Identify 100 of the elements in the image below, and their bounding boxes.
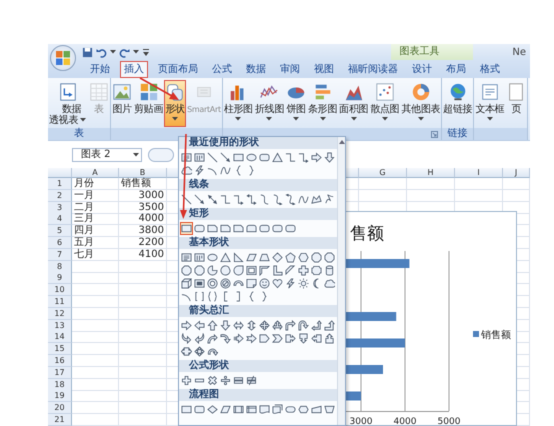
row-header[interactable]: 8 xyxy=(48,260,72,273)
octagon-icon[interactable] xyxy=(180,264,193,277)
row-header[interactable]: 17 xyxy=(48,366,72,379)
rect-icon[interactable] xyxy=(232,151,245,164)
curved-up-arrow-icon[interactable] xyxy=(206,332,219,345)
cylinder-icon[interactable] xyxy=(323,264,336,277)
oval-icon[interactable] xyxy=(245,151,258,164)
elbow-arrow-icon[interactable] xyxy=(297,151,310,164)
triangle-icon[interactable] xyxy=(271,151,284,164)
textbox-vertical-icon[interactable] xyxy=(193,251,206,264)
rect-icon[interactable] xyxy=(180,222,193,235)
ribbon-tab[interactable]: 开始 xyxy=(86,61,114,78)
row-header[interactable]: 16 xyxy=(48,354,72,367)
scribble-icon[interactable] xyxy=(323,193,336,206)
area-chart-button[interactable]: 面积图 xyxy=(338,80,370,127)
scatter-chart-button[interactable]: 散点图 xyxy=(369,80,400,127)
alternate-process-icon[interactable] xyxy=(193,403,206,416)
ribbon-tab[interactable]: 设计 xyxy=(408,61,436,78)
row-header[interactable]: 5 xyxy=(48,225,72,238)
line-icon[interactable] xyxy=(206,151,219,164)
textbox-button[interactable]: 文本框 xyxy=(474,80,506,127)
row-header[interactable]: 10 xyxy=(48,284,72,296)
diamond-icon[interactable] xyxy=(271,251,284,264)
row-header[interactable]: 13 xyxy=(48,320,72,332)
row-header[interactable]: 18 xyxy=(48,378,72,391)
multiply-icon[interactable] xyxy=(206,374,219,387)
l-shape-icon[interactable] xyxy=(271,264,284,277)
plus-icon[interactable] xyxy=(180,374,193,387)
ribbon-tab[interactable]: 格式 xyxy=(476,61,504,78)
s-curve-double-arrow-icon[interactable] xyxy=(284,193,297,206)
frame-icon[interactable] xyxy=(245,264,258,277)
other-chart-button[interactable]: 其他图表 xyxy=(400,80,442,127)
divide-icon[interactable] xyxy=(219,374,232,387)
cross-icon[interactable] xyxy=(297,264,310,277)
rounded-rect-icon[interactable] xyxy=(258,151,271,164)
ribbon-tab[interactable]: 数据 xyxy=(242,61,270,78)
ribbon-tab[interactable]: 布局 xyxy=(442,61,470,78)
left-right-up-arrow-icon[interactable] xyxy=(271,319,284,332)
cube-icon[interactable] xyxy=(180,277,193,290)
bracket-pair-icon[interactable] xyxy=(193,290,206,303)
bent-up-arrow-icon[interactable] xyxy=(323,319,336,332)
column-header[interactable]: G xyxy=(359,168,407,178)
undo-icon[interactable] xyxy=(96,46,107,58)
name-box[interactable]: 图表 2 xyxy=(72,148,142,162)
row-header[interactable]: 9 xyxy=(48,272,72,284)
left-up-arrow-icon[interactable] xyxy=(310,319,323,332)
curve-icon[interactable] xyxy=(219,164,232,177)
pie-chart-button[interactable]: 饼图 xyxy=(285,80,308,127)
column-header[interactable]: B xyxy=(119,168,167,178)
elbow-double-arrow-icon[interactable] xyxy=(245,193,258,206)
column-header[interactable]: J xyxy=(503,168,530,178)
octagon-icon[interactable] xyxy=(193,264,206,277)
right-arrow-callout-icon[interactable] xyxy=(284,332,297,345)
bar-chart-button[interactable]: 条形图 xyxy=(307,80,338,127)
page-button[interactable]: 页 xyxy=(505,80,528,127)
bent-arrow-icon[interactable] xyxy=(284,319,297,332)
bevel-icon[interactable] xyxy=(193,277,206,290)
pentagon-icon[interactable] xyxy=(284,251,297,264)
rounded-rect-icon[interactable] xyxy=(284,222,297,235)
donut-icon[interactable] xyxy=(206,277,219,290)
chevron-icon[interactable] xyxy=(271,332,284,345)
u-turn-arrow-icon[interactable] xyxy=(297,319,310,332)
save-icon[interactable] xyxy=(82,46,93,58)
row-header[interactable]: 11 xyxy=(48,296,72,308)
row-header[interactable]: 1 xyxy=(48,178,72,190)
process-icon[interactable] xyxy=(180,403,193,416)
trapezoid-icon[interactable] xyxy=(258,251,271,264)
notched-right-arrow-icon[interactable] xyxy=(245,332,258,345)
folded-corner-icon[interactable] xyxy=(245,277,258,290)
customize-icon[interactable] xyxy=(142,48,150,56)
row-header[interactable]: 19 xyxy=(48,390,72,402)
scrollbar[interactable] xyxy=(337,137,345,425)
line-icon[interactable] xyxy=(180,193,193,206)
ribbon-tab[interactable]: 福昕阅读器 xyxy=(344,61,402,78)
hyperlink-button[interactable]: 超链接 xyxy=(442,80,474,127)
ribbon-tab[interactable]: 插入 xyxy=(120,61,148,78)
row-header[interactable]: 6 xyxy=(48,236,72,249)
triangle-icon[interactable] xyxy=(219,251,232,264)
arrow-down-icon[interactable] xyxy=(323,151,336,164)
predefined-process-icon[interactable] xyxy=(232,403,245,416)
ribbon-tab[interactable]: 审阅 xyxy=(276,61,304,78)
quad-arrow-callout-icon[interactable] xyxy=(193,345,206,358)
plaque-icon[interactable] xyxy=(310,264,323,277)
up-arrow-callout-icon[interactable] xyxy=(323,332,336,345)
down-arrow-callout-icon[interactable] xyxy=(297,332,310,345)
oval-icon[interactable] xyxy=(206,251,219,264)
cloud-icon[interactable] xyxy=(180,164,193,177)
right-triangle-icon[interactable] xyxy=(232,251,245,264)
not-equal-icon[interactable] xyxy=(245,374,258,387)
column-header[interactable]: H xyxy=(407,168,455,178)
picture-button[interactable]: 图片 xyxy=(111,80,133,127)
shapes-button[interactable]: 形状 xyxy=(164,80,186,127)
curved-left-arrow-icon[interactable] xyxy=(193,332,206,345)
row-header[interactable]: 15 xyxy=(48,343,72,356)
arrow-right-icon[interactable] xyxy=(180,319,193,332)
row-header[interactable]: 7 xyxy=(48,248,72,261)
arrow-up-icon[interactable] xyxy=(206,319,219,332)
quad-arrow-icon[interactable] xyxy=(258,319,271,332)
half-frame-icon[interactable] xyxy=(258,264,271,277)
row-header[interactable]: 4 xyxy=(48,213,72,226)
